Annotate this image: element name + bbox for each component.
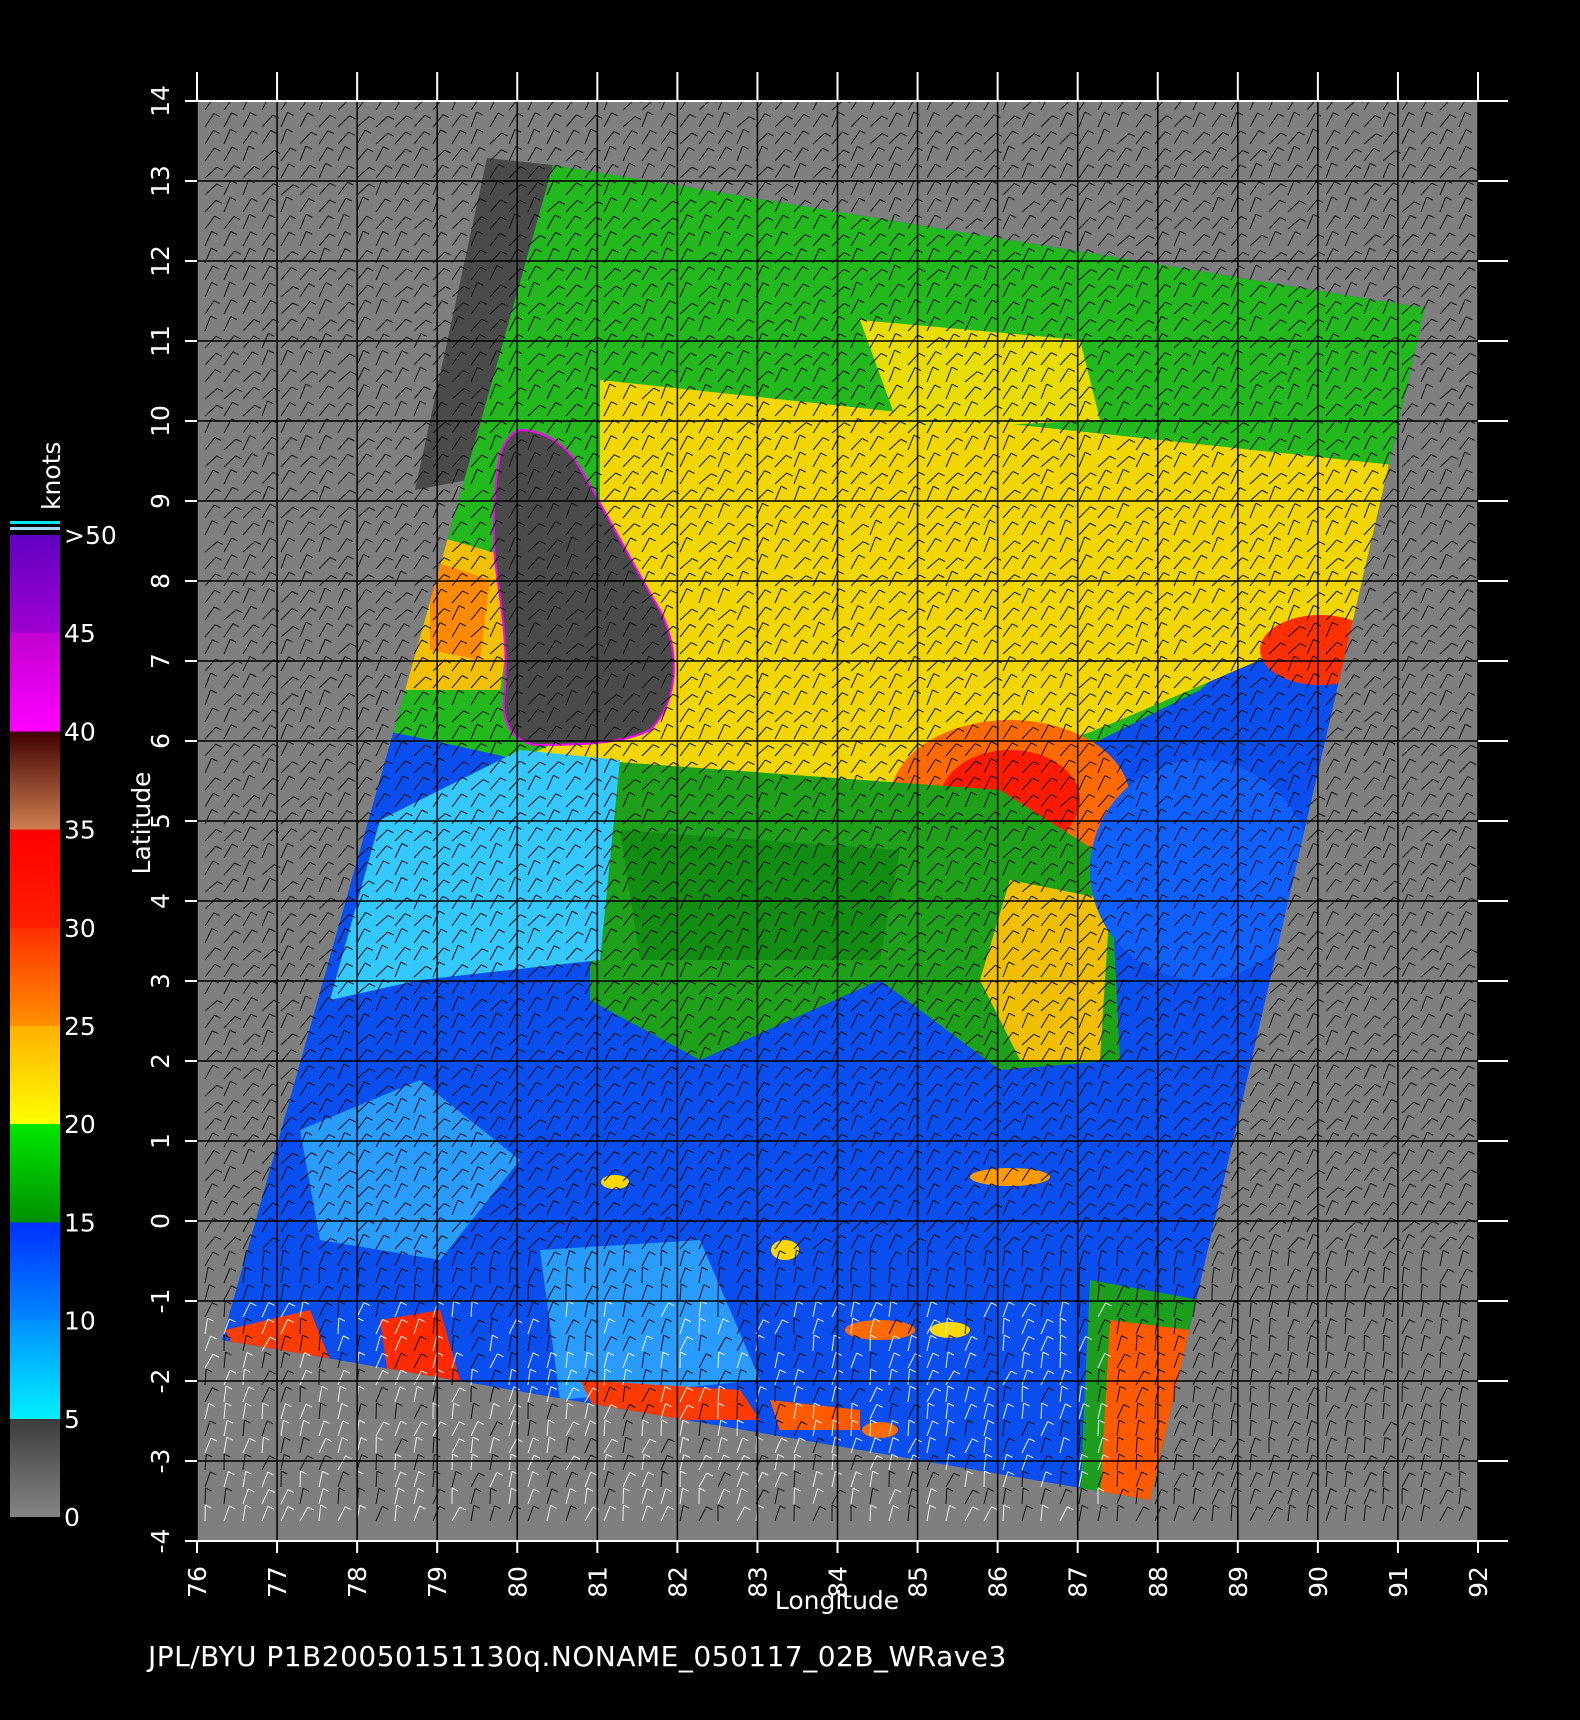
wind-speed-map-figure: 76 77 78 79 80 81 82 83 84 85 86 87 88 89 90 91 92 14131… (10, 72, 1508, 1615)
